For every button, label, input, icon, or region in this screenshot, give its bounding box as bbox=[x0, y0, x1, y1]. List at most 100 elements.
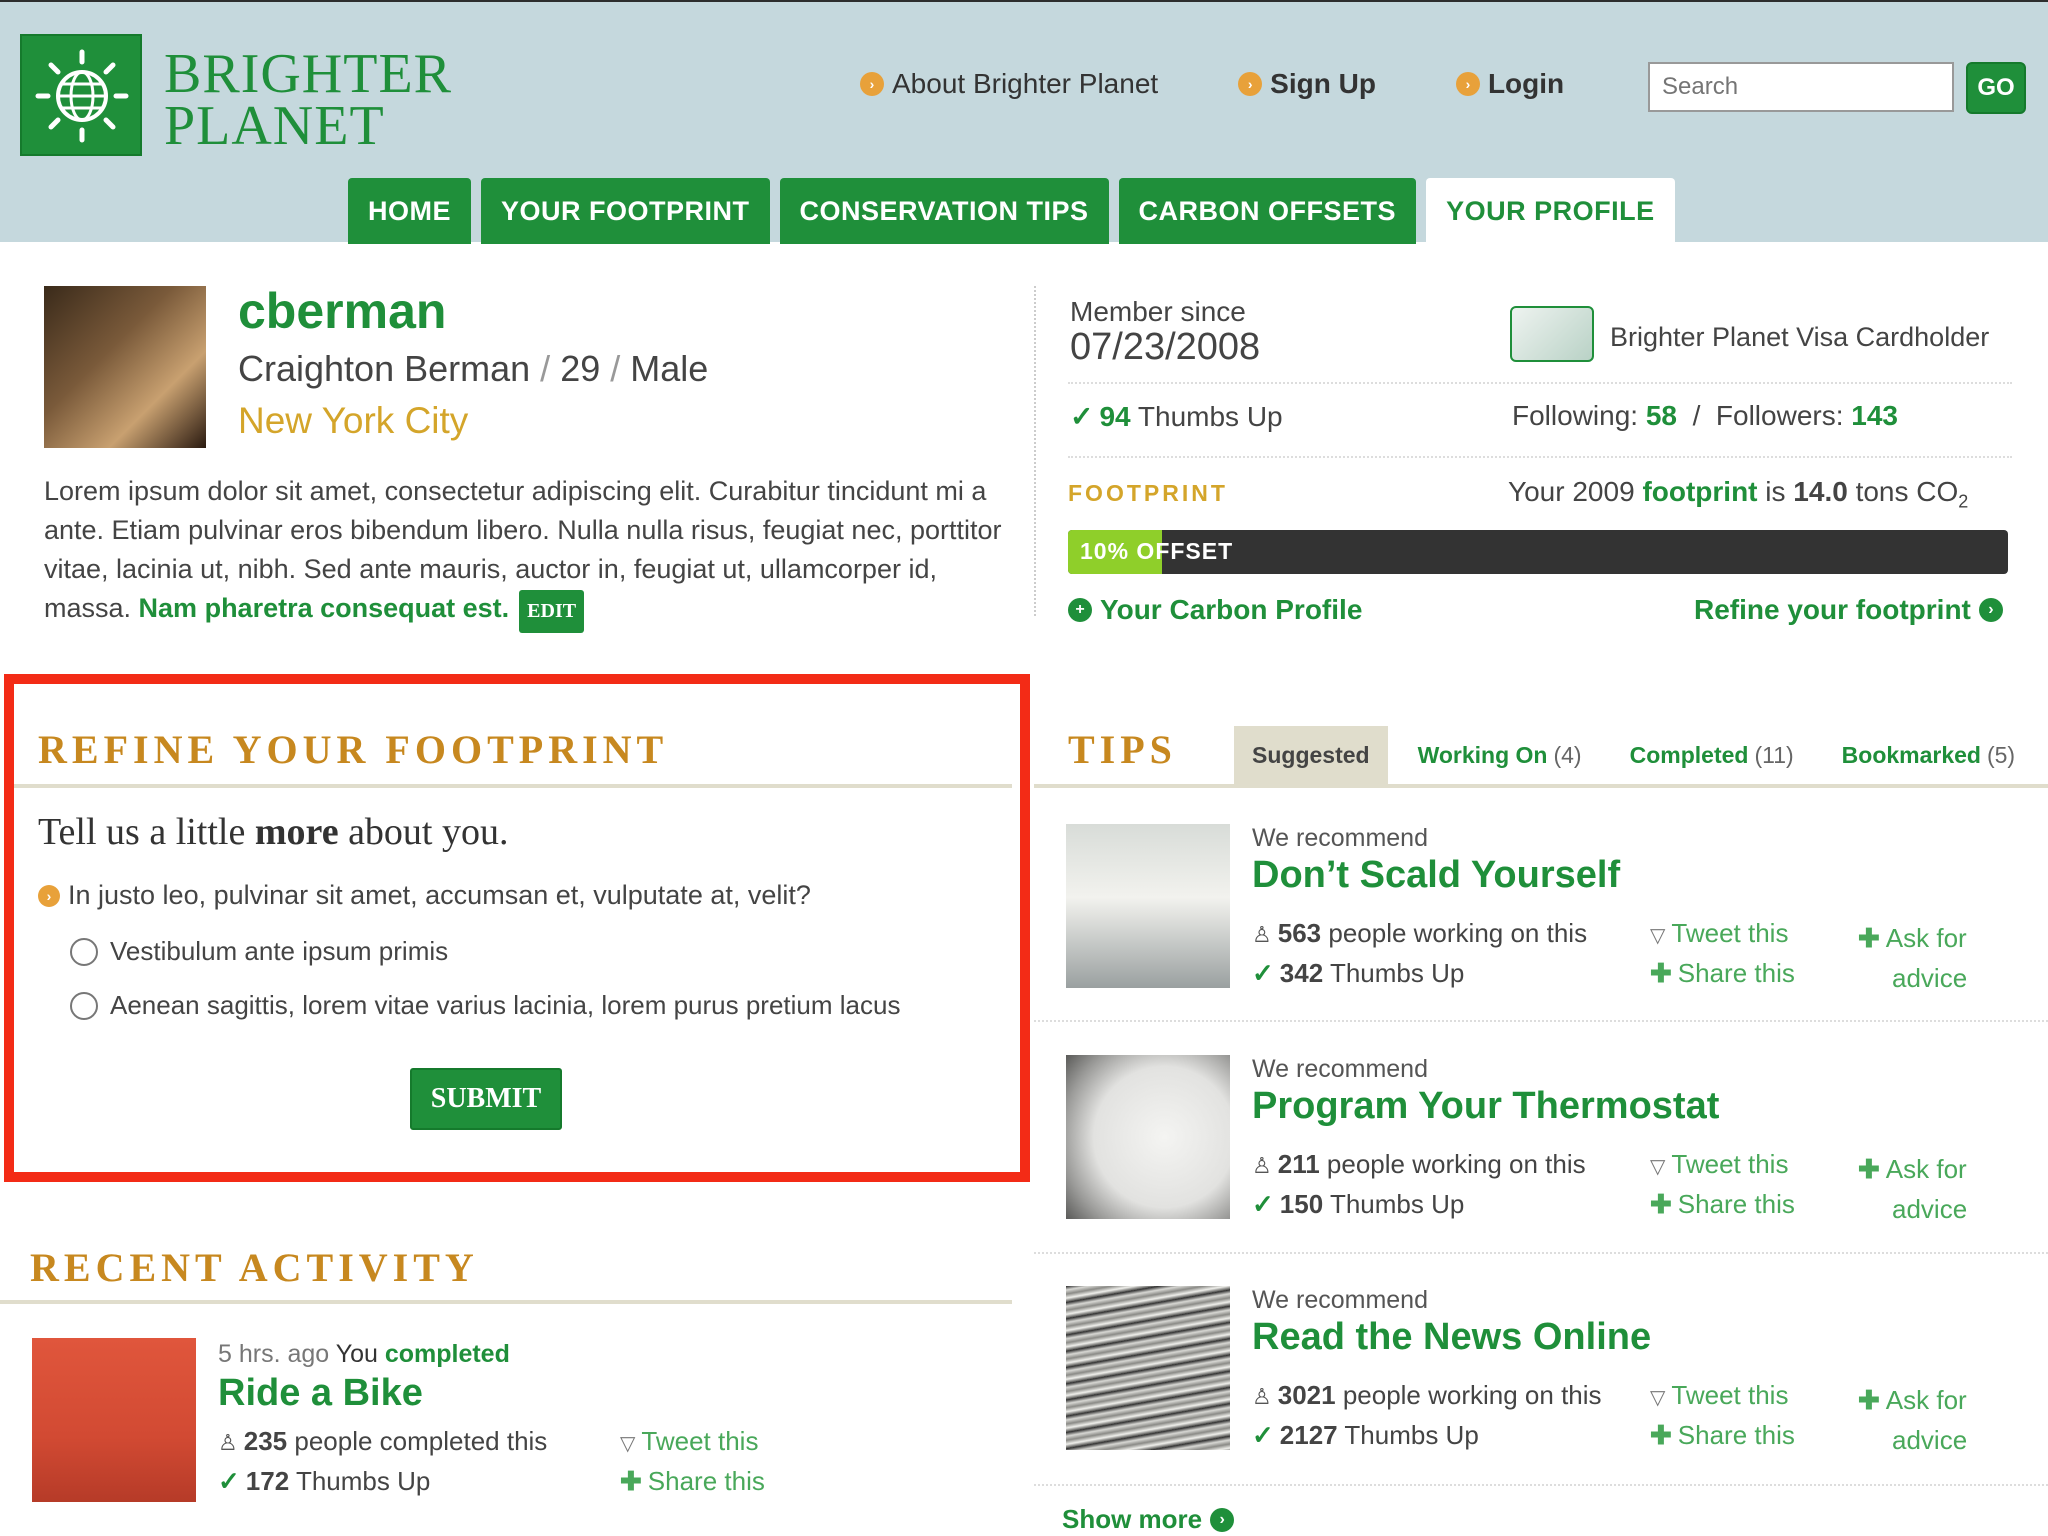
follow-stats: Following: 58 / Followers: 143 bbox=[1512, 400, 1898, 432]
tab-your-profile[interactable]: YOUR PROFILE bbox=[1426, 178, 1675, 244]
refine-question: › In justo leo, pulvinar sit amet, accum… bbox=[38, 880, 811, 911]
refine-question-text: In justo leo, pulvinar sit amet, accumsa… bbox=[68, 880, 811, 910]
refine-footprint-link-label: Refine your footprint bbox=[1694, 594, 1971, 625]
search-go-button[interactable]: GO bbox=[1966, 62, 2026, 114]
footprint-label: FOOTPRINT bbox=[1068, 480, 1228, 506]
refine-option-label: Aenean sagittis, lorem vitae varius laci… bbox=[110, 990, 901, 1020]
share-this-link[interactable]: ✚ Share this bbox=[1650, 958, 1795, 989]
plus-circle-icon: + bbox=[1068, 598, 1092, 622]
tab-your-footprint[interactable]: YOUR FOOTPRINT bbox=[481, 178, 770, 244]
brand-logo[interactable] bbox=[20, 34, 142, 156]
ask-for-advice-link[interactable]: ✚ Ask for advice bbox=[1858, 1149, 1967, 1229]
member-since-label: Member since bbox=[1070, 296, 1246, 327]
refine-footprint-link[interactable]: Refine your footprint › bbox=[1694, 594, 2011, 626]
profile-details: Craighton Berman / 29 / Male bbox=[238, 348, 708, 390]
tips-tab-count: (4) bbox=[1553, 741, 1582, 768]
profile-bio-link[interactable]: Nam pharetra consequat est. bbox=[139, 593, 510, 623]
search-input[interactable] bbox=[1648, 62, 1954, 112]
share-this-label: Share this bbox=[1677, 1420, 1795, 1450]
activity-actor: You bbox=[335, 1340, 378, 1368]
visa-cardholder-label: Brighter Planet Visa Cardholder bbox=[1610, 322, 1990, 352]
share-this-link[interactable]: ✚ Share this bbox=[1650, 1420, 1795, 1451]
refine-option-2[interactable]: Aenean sagittis, lorem vitae varius laci… bbox=[70, 990, 900, 1021]
profile-gender: Male bbox=[630, 348, 709, 389]
tip-people-number: 211 bbox=[1277, 1149, 1320, 1179]
thumbs-up-count: 94 bbox=[1099, 401, 1131, 432]
followers-label: Followers: bbox=[1715, 400, 1844, 431]
about-link[interactable]: › About Brighter Planet bbox=[860, 68, 1158, 100]
following-count[interactable]: 58 bbox=[1646, 400, 1677, 431]
tips-tab-completed[interactable]: Completed (11) bbox=[1612, 726, 1812, 784]
profile-username: cberman bbox=[238, 283, 447, 339]
tips-tab-label: Working On bbox=[1417, 741, 1548, 768]
activity-image[interactable] bbox=[32, 1338, 196, 1502]
tip-title[interactable]: Read the News Online bbox=[1252, 1316, 1651, 1359]
refine-option-1[interactable]: Vestibulum ante ipsum primis bbox=[70, 936, 448, 967]
ask-advice-icon: ✚ bbox=[1858, 1385, 1880, 1415]
tip-title[interactable]: Program Your Thermostat bbox=[1252, 1085, 1719, 1128]
tips-title: TIPS bbox=[1068, 727, 1177, 772]
sign-up-link[interactable]: › Sign Up bbox=[1238, 68, 1376, 100]
arrow-bullet-icon: › bbox=[1238, 72, 1263, 96]
followers-count[interactable]: 143 bbox=[1851, 400, 1898, 431]
globe-sun-icon bbox=[35, 49, 129, 143]
tips-tab-bookmarked[interactable]: Bookmarked (5) bbox=[1824, 726, 2033, 784]
radio-button[interactable] bbox=[70, 937, 98, 966]
thumbs-up-label: Thumbs Up bbox=[1137, 401, 1283, 432]
tweet-this-link[interactable]: ▽ Tweet this bbox=[1650, 1380, 1788, 1411]
carbon-profile-link[interactable]: + Your Carbon Profile bbox=[1068, 594, 1362, 626]
tips-tab-working-on[interactable]: Working On (4) bbox=[1400, 726, 1600, 784]
member-since-date: 07/23/2008 bbox=[1070, 326, 1261, 368]
refine-heading: Tell us a little more about you. bbox=[38, 810, 509, 854]
tip-recommend-label: We recommend bbox=[1252, 1286, 1428, 1314]
tips-tab-suggested[interactable]: Suggested bbox=[1234, 726, 1388, 784]
radio-button[interactable] bbox=[70, 991, 98, 1020]
brand-name-line1: BRIGHTER bbox=[164, 43, 452, 105]
edit-bio-button[interactable]: EDIT bbox=[519, 590, 585, 633]
tip-people-count: ♙ 211 people working on this bbox=[1252, 1149, 1586, 1180]
speech-bubble-icon: ▽ bbox=[1650, 1387, 1666, 1409]
tab-conservation-tips[interactable]: CONSERVATION TIPS bbox=[779, 178, 1109, 244]
tweet-this-link[interactable]: ▽ Tweet this bbox=[1650, 1149, 1788, 1180]
activity-thumbs-up: ✓ 172 Thumbs Up bbox=[218, 1466, 430, 1497]
activity-title[interactable]: Ride a Bike bbox=[218, 1372, 423, 1415]
section-rule bbox=[0, 1300, 1012, 1304]
ask-for-advice-link[interactable]: ✚ Ask for advice bbox=[1858, 1380, 1967, 1460]
tip-thumbs-up: ✓ 2127 Thumbs Up bbox=[1252, 1420, 1479, 1451]
tip-image[interactable] bbox=[1066, 1286, 1230, 1450]
arrow-circle-icon: › bbox=[1978, 598, 2003, 622]
submit-button[interactable]: SUBMIT bbox=[410, 1068, 562, 1130]
footprint-link[interactable]: footprint bbox=[1642, 476, 1757, 507]
profile-bio: Lorem ipsum dolor sit amet, consectetur … bbox=[44, 472, 1004, 633]
tweet-this-link[interactable]: ▽ Tweet this bbox=[620, 1426, 758, 1457]
tip-people-suffix: people working on this bbox=[1326, 1149, 1586, 1179]
profile-thumbs-up: ✓ 94 Thumbs Up bbox=[1070, 400, 1283, 433]
tip-image[interactable] bbox=[1066, 1055, 1230, 1219]
tip-image[interactable] bbox=[1066, 824, 1230, 988]
brand-name[interactable]: BRIGHTER PLANET bbox=[164, 43, 452, 154]
ask-advice-line2: advice bbox=[1892, 1425, 1968, 1455]
share-this-link[interactable]: ✚ Share this bbox=[620, 1466, 765, 1497]
section-rule bbox=[14, 784, 1012, 788]
ask-advice-line1: Ask for bbox=[1885, 1385, 1967, 1415]
person-icon: ♙ bbox=[1252, 1153, 1272, 1178]
ask-for-advice-link[interactable]: ✚ Ask for advice bbox=[1858, 918, 1967, 998]
tab-home[interactable]: HOME bbox=[348, 178, 471, 244]
offset-progress-bar: 10% OFFSET bbox=[1068, 530, 2008, 574]
ask-advice-icon: ✚ bbox=[1858, 923, 1880, 953]
show-more-link[interactable]: Show more › bbox=[1062, 1504, 1242, 1535]
footprint-summary: Your 2009 footprint is 14.0 tons CO2 bbox=[1508, 476, 1968, 513]
divider bbox=[1034, 1020, 2048, 1022]
share-this-link[interactable]: ✚ Share this bbox=[1650, 1189, 1795, 1220]
tab-carbon-offsets[interactable]: CARBON OFFSETS bbox=[1118, 178, 1417, 244]
login-link[interactable]: › Login bbox=[1455, 68, 1564, 100]
tip-recommend-label: We recommend bbox=[1252, 1055, 1428, 1083]
tip-title[interactable]: Don’t Scald Yourself bbox=[1252, 854, 1620, 897]
tip-people-number: 3021 bbox=[1277, 1380, 1336, 1410]
tweet-this-link[interactable]: ▽ Tweet this bbox=[1650, 918, 1788, 949]
refine-heading-post: about you. bbox=[348, 811, 509, 853]
tip-card: We recommend Read the News Online ♙ 3021 … bbox=[1066, 1286, 2030, 1456]
profile-city: New York City bbox=[238, 400, 469, 441]
activity-time: 5 hrs. ago bbox=[218, 1340, 330, 1368]
tweet-this-label: Tweet this bbox=[1671, 1380, 1789, 1410]
